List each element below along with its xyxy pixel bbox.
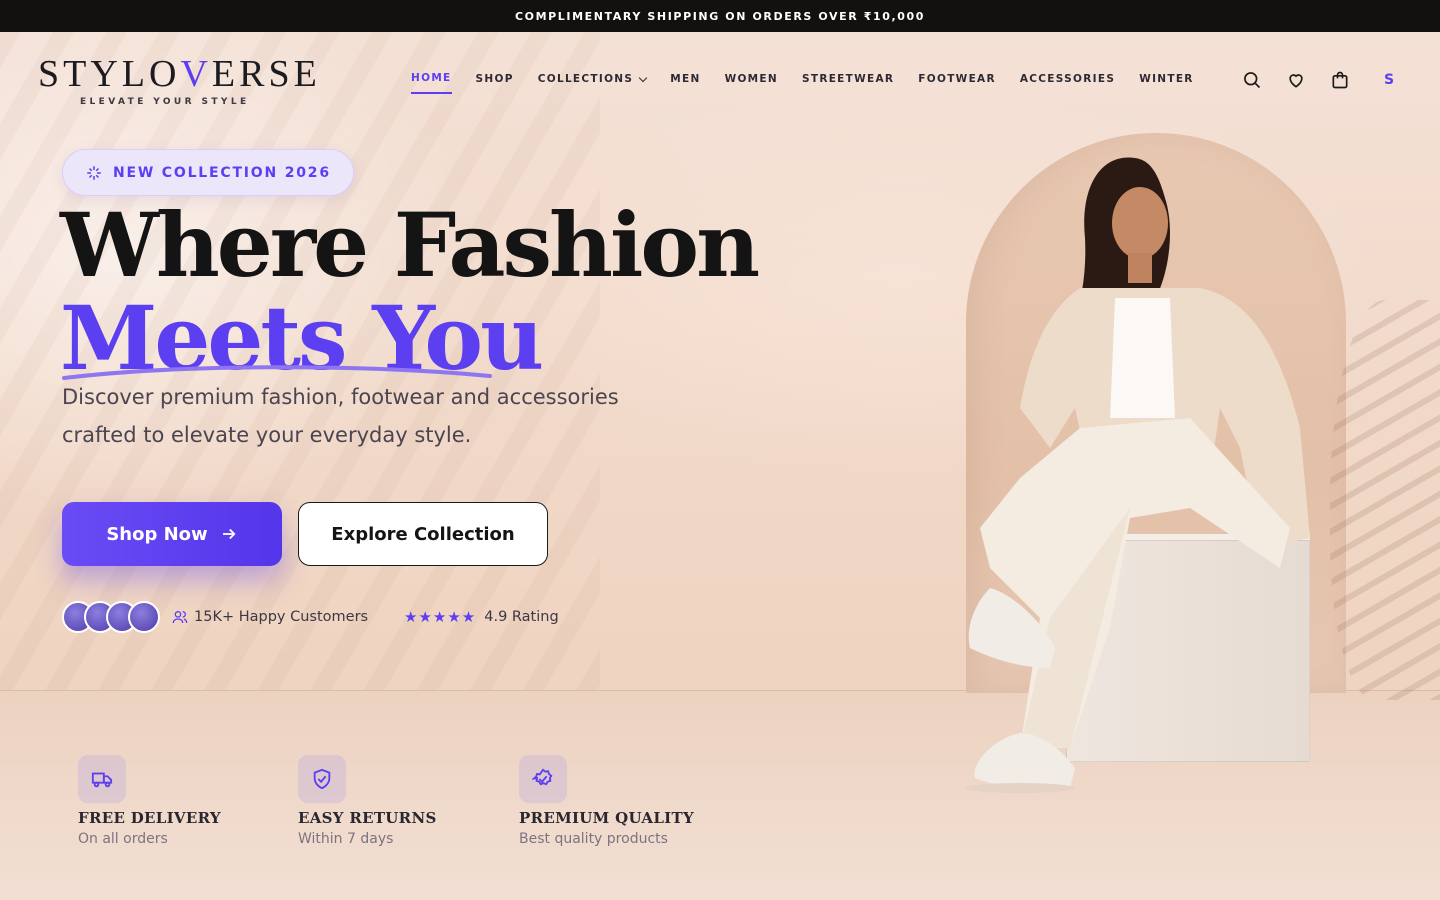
account-button[interactable]: S [1384, 72, 1394, 88]
feature-easy-returns: EASY RETURNS Within 7 days [298, 755, 508, 847]
search-icon[interactable] [1240, 68, 1264, 92]
nav-women[interactable]: WOMEN [725, 72, 778, 94]
hero-subtitle: Discover premium fashion, footwear and a… [62, 385, 619, 447]
plant-shadow [1330, 300, 1440, 700]
badge-text: NEW COLLECTION 2026 [113, 164, 331, 181]
feature-title: FREE DELIVERY [78, 809, 221, 827]
feature-subtitle: Within 7 days [298, 831, 394, 847]
arrow-right-icon [222, 528, 236, 540]
header-actions: S [1240, 68, 1394, 92]
model-figure [965, 157, 1310, 793]
explore-collection-button[interactable]: Explore Collection [298, 502, 548, 566]
shop-now-label: Shop Now [106, 523, 208, 545]
nav-collections[interactable]: COLLECTIONS [538, 72, 648, 94]
nav-shop[interactable]: SHOP [476, 72, 514, 94]
badge-check-icon [519, 755, 567, 803]
sparkle-icon [87, 165, 101, 180]
announcement-bar: COMPLIMENTARY SHIPPING ON ORDERS OVER ₹1… [0, 0, 1440, 32]
explore-collection-label: Explore Collection [331, 523, 515, 545]
feature-title: PREMIUM QUALITY [519, 809, 694, 827]
feature-subtitle: Best quality products [519, 831, 668, 847]
rating-text: 4.9 Rating [484, 609, 559, 625]
happy-customers: 15K+ Happy Customers [172, 609, 368, 625]
brand-logo[interactable]: STYLOVERSE ELEVATE YOUR STYLE [38, 53, 321, 107]
shop-now-button[interactable]: Shop Now [62, 502, 282, 566]
nav-winter[interactable]: WINTER [1139, 72, 1194, 94]
customers-text: 15K+ Happy Customers [194, 609, 369, 625]
nav-accessories[interactable]: ACCESSORIES [1020, 72, 1115, 94]
rating: ★★★★★ 4.9 Rating [404, 608, 559, 626]
nav-home[interactable]: HOME [411, 72, 452, 94]
star-rating-icon: ★★★★★ [404, 608, 477, 626]
hero-title-line1: Where Fashion [60, 193, 760, 297]
heart-icon[interactable] [1284, 68, 1308, 92]
social-proof: 15K+ Happy Customers [62, 601, 368, 633]
feature-subtitle: On all orders [78, 831, 168, 847]
nav-men[interactable]: MEN [670, 72, 700, 94]
chevron-down-icon [639, 73, 648, 82]
main-nav: HOME SHOP COLLECTIONS MEN WOMEN STREETWE… [411, 72, 1218, 94]
customer-avatars [62, 601, 160, 633]
feature-title: EASY RETURNS [298, 809, 437, 827]
nav-streetwear[interactable]: STREETWEAR [802, 72, 894, 94]
new-collection-badge: NEW COLLECTION 2026 [62, 149, 354, 196]
brand-wordmark: STYLOVERSE [38, 53, 321, 95]
bag-icon[interactable] [1328, 68, 1352, 92]
users-icon [172, 611, 188, 624]
truck-icon [78, 755, 126, 803]
feature-free-delivery: FREE DELIVERY On all orders [78, 755, 288, 847]
brand-tagline: ELEVATE YOUR STYLE [80, 97, 250, 107]
shield-check-icon [298, 755, 346, 803]
announcement-text: COMPLIMENTARY SHIPPING ON ORDERS OVER ₹1… [514, 9, 926, 23]
nav-footwear[interactable]: FOOTWEAR [918, 72, 996, 94]
feature-premium-quality: PREMIUM QUALITY Best quality products [519, 755, 729, 847]
avatar [128, 601, 160, 633]
